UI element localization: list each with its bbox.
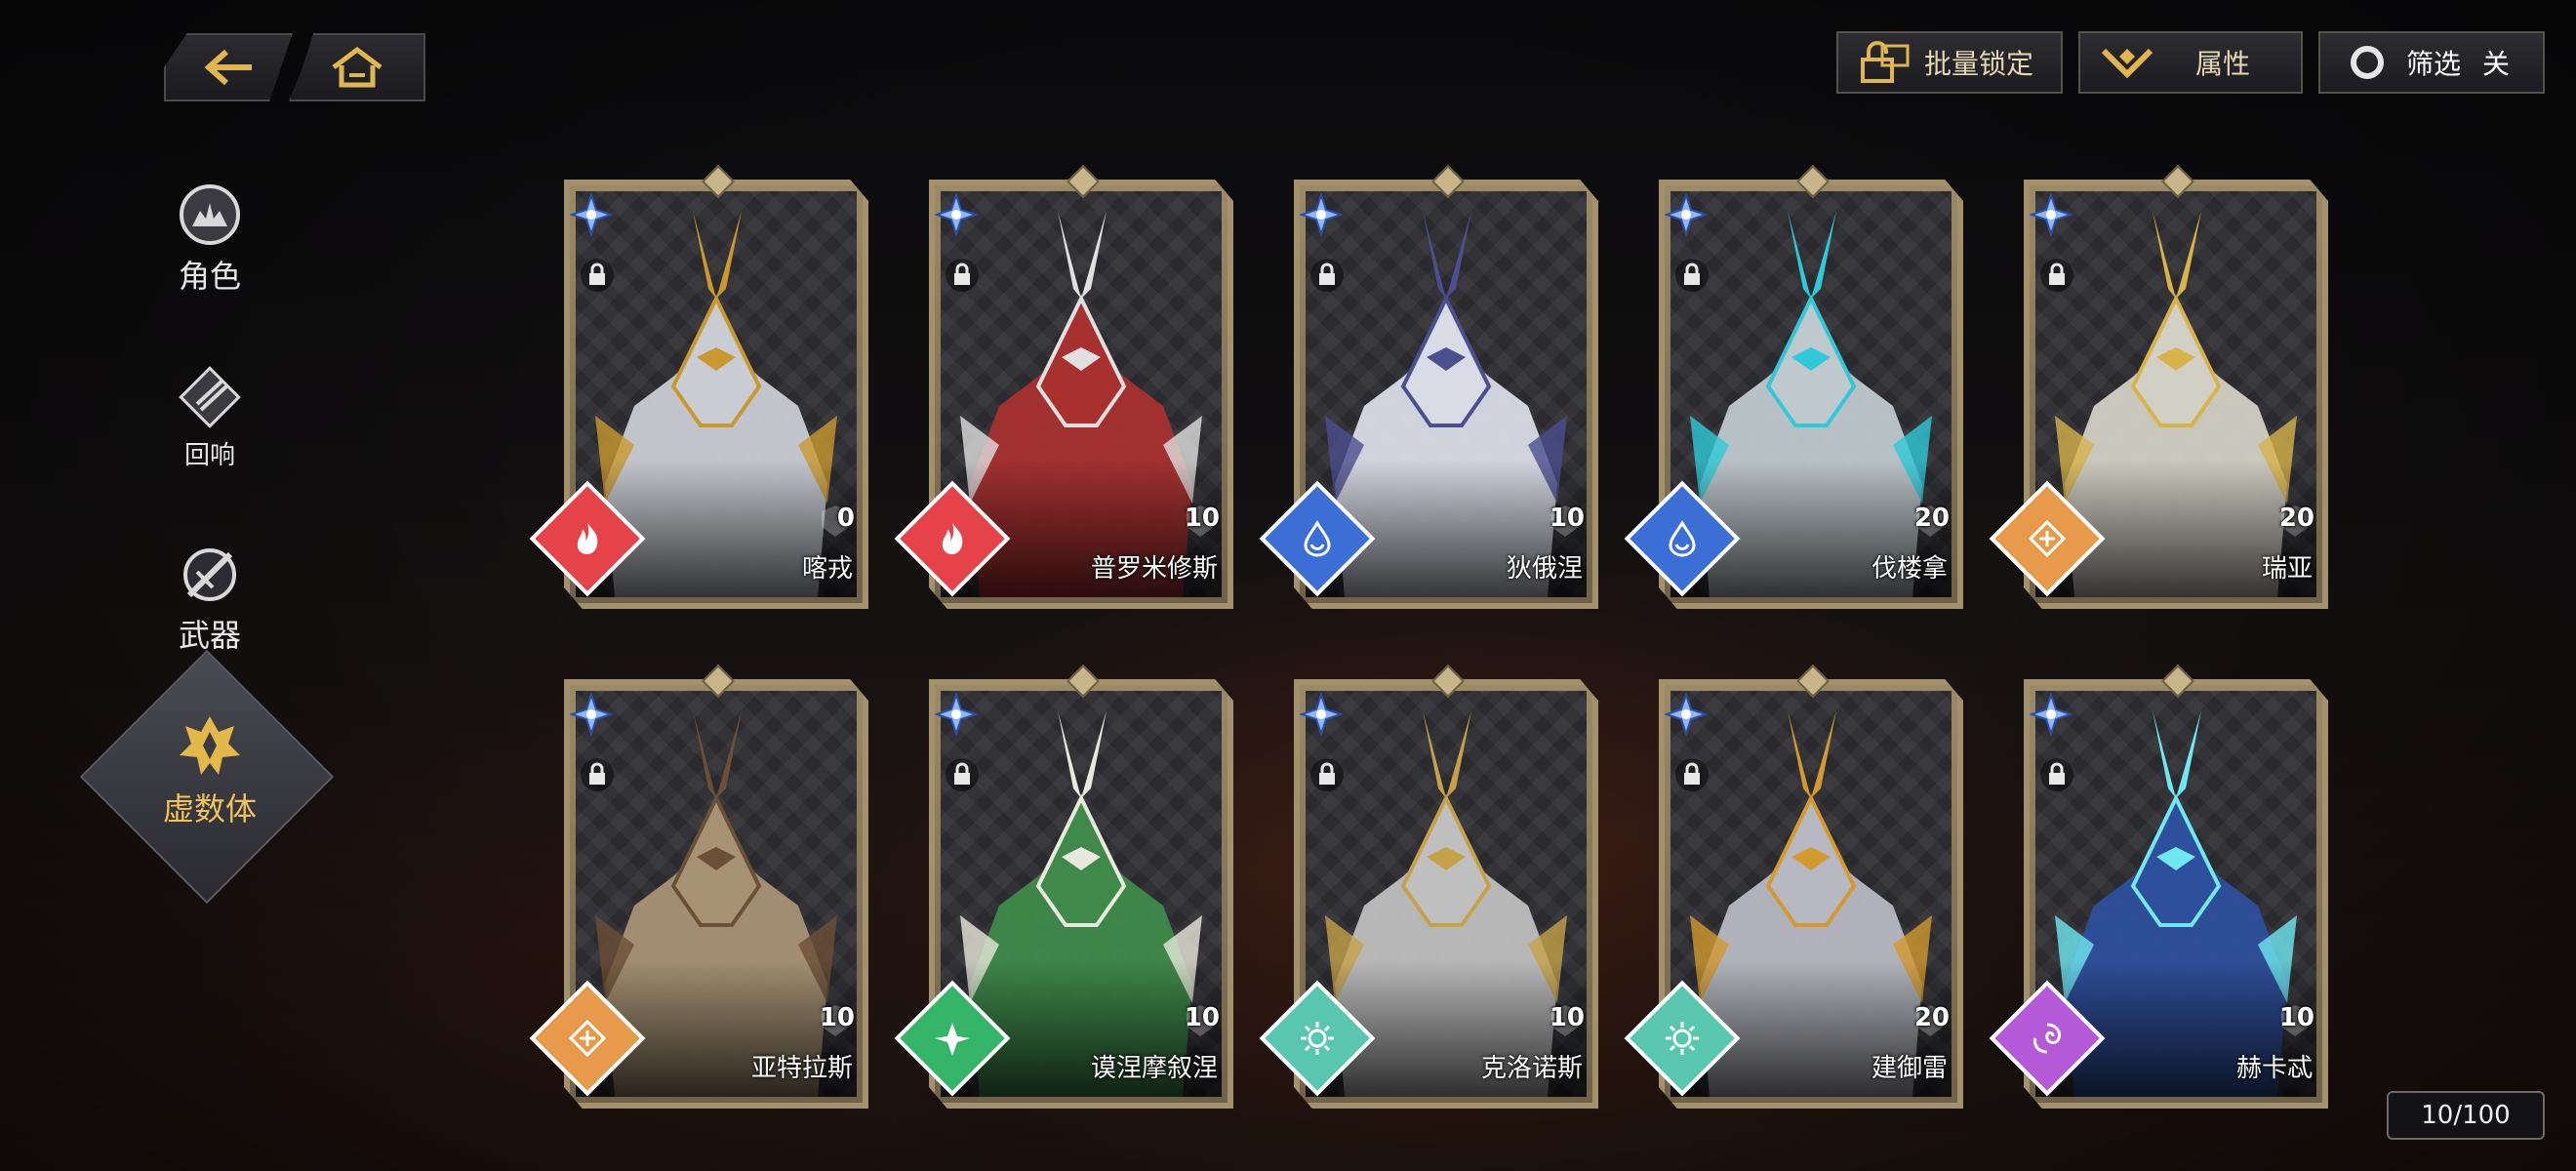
earth-element-icon (529, 980, 646, 1097)
attributes-button[interactable]: 属性 (2078, 31, 2303, 94)
level-indicator: 10 (1548, 1003, 1585, 1038)
lock-icon[interactable] (945, 258, 980, 293)
lock-icon[interactable] (2039, 258, 2074, 293)
unit-name: 瑞亚 (2261, 554, 2313, 584)
unit-name: 克洛诺斯 (1480, 1054, 1583, 1083)
lock-icon[interactable] (1674, 757, 1710, 792)
unit-level: 20 (1913, 1003, 1950, 1032)
rarity-star-icon (935, 193, 978, 236)
unit-name: 伐楼拿 (1871, 554, 1948, 584)
earth-element-icon (1989, 480, 2106, 597)
wind-element-icon (894, 980, 1011, 1097)
sidebar-item-label: 角色 (178, 258, 241, 295)
weapon-icon (183, 548, 236, 601)
light-element-icon (1624, 980, 1741, 1097)
level-indicator: 10 (818, 1003, 855, 1038)
rarity-star-icon (1665, 193, 1708, 236)
unit-name: 谟涅摩叙涅 (1090, 1054, 1218, 1083)
unit-level: 10 (1184, 504, 1220, 533)
sidebar-item-label: 虚数体 (162, 790, 257, 828)
filter-state: 关 (2482, 48, 2511, 80)
unit-level: 20 (1913, 504, 1950, 533)
rarity-star-icon (2030, 193, 2073, 236)
void-element-icon (1989, 980, 2106, 1097)
unit-name: 赫卡忒 (2235, 1054, 2313, 1083)
lock-icon[interactable] (945, 757, 980, 792)
level-indicator: 0 (818, 504, 855, 539)
back-arrow-icon (204, 49, 252, 86)
rarity-star-icon (1300, 693, 1343, 736)
level-indicator: 10 (1183, 504, 1220, 539)
home-button[interactable] (289, 33, 425, 101)
sidebar-item-weapon[interactable]: 武器 (137, 543, 283, 656)
lock-icon[interactable] (1309, 757, 1345, 792)
imaginary-icon (179, 716, 240, 775)
unit-card[interactable]: 10 赫卡忒 (1989, 665, 2328, 1109)
unit-card[interactable]: 20 伐楼拿 (1624, 165, 1963, 609)
level-indicator: 20 (2277, 504, 2314, 539)
unit-card[interactable]: 10 亚特拉斯 (529, 665, 868, 1109)
unit-card[interactable]: 10 谟涅摩叙涅 (894, 665, 1233, 1109)
unit-level: 10 (1549, 504, 1585, 533)
unit-level: 20 (2278, 504, 2314, 533)
unit-level: 10 (2278, 1003, 2314, 1032)
lock-icon[interactable] (580, 258, 615, 293)
rarity-star-icon (570, 193, 613, 236)
lock-icon[interactable] (580, 757, 615, 792)
filter-label: 筛选 (2406, 48, 2462, 80)
unit-name: 建御雷 (1871, 1054, 1948, 1083)
unit-card[interactable]: 10 克洛诺斯 (1259, 665, 1598, 1109)
rarity-star-icon (2030, 693, 2073, 736)
back-button[interactable] (164, 33, 293, 101)
batch-lock-label: 批量锁定 (1924, 48, 2034, 80)
echo-icon (179, 366, 241, 428)
water-element-icon (1259, 480, 1376, 597)
rarity-star-icon (935, 693, 978, 736)
character-icon (180, 184, 240, 245)
unit-name: 狄俄涅 (1506, 554, 1583, 584)
water-element-icon (1624, 480, 1741, 597)
fire-element-icon (894, 480, 1011, 597)
rarity-star-icon (570, 693, 613, 736)
batch-lock-button[interactable]: 批量锁定 (1836, 31, 2063, 94)
level-indicator: 10 (2277, 1003, 2314, 1038)
unit-level: 0 (836, 504, 855, 533)
fire-element-icon (529, 480, 646, 597)
unit-name: 亚特拉斯 (750, 1054, 853, 1083)
level-indicator: 10 (1183, 1003, 1220, 1038)
lock-icon (1856, 33, 1914, 92)
unit-level: 10 (1184, 1003, 1220, 1032)
sidebar-item-characters[interactable]: 角色 (137, 182, 283, 297)
sidebar-item-label: 回响 (183, 441, 235, 470)
unit-level: 10 (819, 1003, 855, 1032)
unit-card[interactable]: 20 瑞亚 (1989, 165, 2328, 609)
filter-circle-icon (2338, 33, 2396, 92)
lock-icon[interactable] (2039, 757, 2074, 792)
attributes-label: 属性 (2195, 48, 2251, 80)
unit-card[interactable]: 0 喀戎 (529, 165, 868, 609)
unit-name: 普罗米修斯 (1090, 554, 1218, 584)
lock-icon[interactable] (1674, 258, 1710, 293)
rarity-star-icon (1300, 193, 1343, 236)
unit-name: 喀戎 (801, 554, 853, 584)
filter-button[interactable]: 筛选 关 (2318, 31, 2545, 94)
lock-icon[interactable] (1309, 258, 1345, 293)
sidebar-item-label: 武器 (178, 617, 241, 654)
unit-card[interactable]: 10 普罗米修斯 (894, 165, 1233, 609)
attributes-icon (2098, 33, 2156, 92)
light-element-icon (1259, 980, 1376, 1097)
collection-counter: 10/100 (2387, 1091, 2545, 1140)
sidebar-item-echo[interactable]: 回响 (137, 363, 283, 471)
unit-card[interactable]: 20 建御雷 (1624, 665, 1963, 1109)
unit-card[interactable]: 10 狄俄涅 (1259, 165, 1598, 609)
level-indicator: 20 (1912, 1003, 1950, 1038)
unit-level: 10 (1549, 1003, 1585, 1032)
rarity-star-icon (1665, 693, 1708, 736)
home-icon (332, 46, 382, 88)
level-indicator: 10 (1548, 504, 1585, 539)
level-indicator: 20 (1912, 504, 1950, 539)
sidebar-item-imaginary[interactable]: 虚数体 (79, 649, 335, 905)
